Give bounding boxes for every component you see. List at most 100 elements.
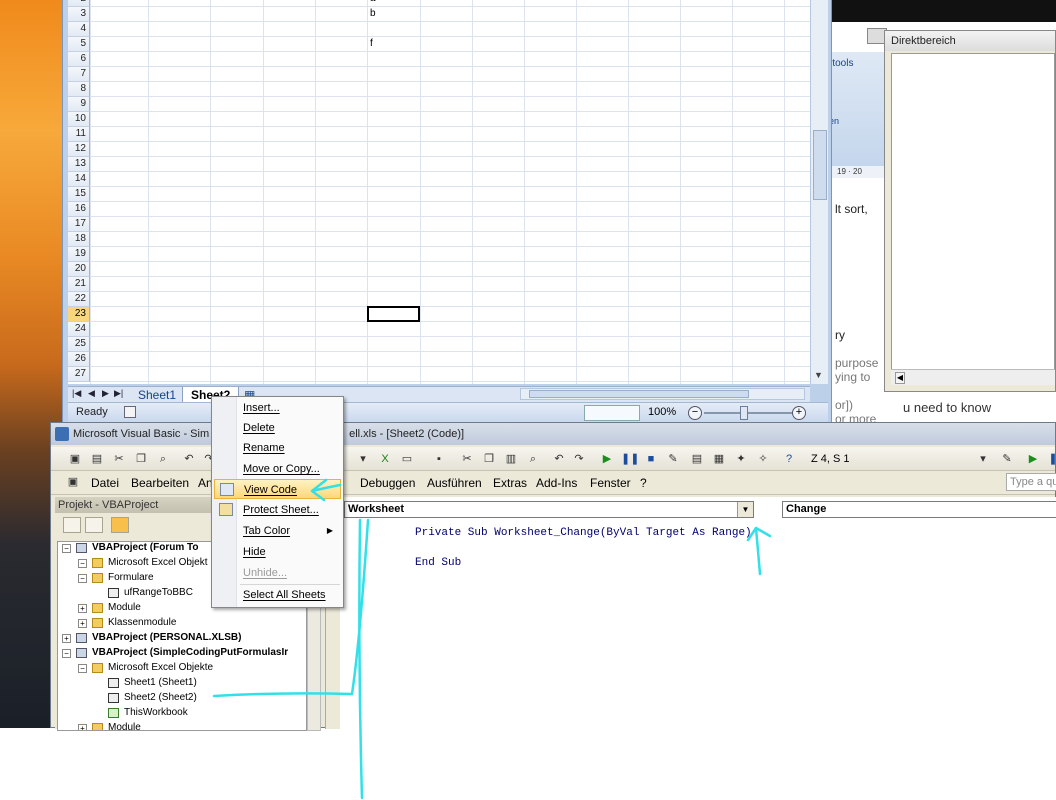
tree-node[interactable]: Klassenmodule — [108, 616, 176, 630]
row-header[interactable]: 9 — [68, 97, 90, 112]
vertical-scrollbar[interactable]: ▼ — [810, 0, 828, 384]
scroll-down-icon[interactable]: ▼ — [814, 370, 823, 380]
row-header[interactable]: 20 — [68, 262, 90, 277]
expand-toggle-icon[interactable]: + — [78, 724, 87, 730]
row-header[interactable]: 25 — [68, 337, 90, 352]
project-explorer-icon[interactable]: ▤ — [689, 451, 705, 467]
tree-node[interactable]: Module — [108, 721, 141, 730]
menu-debuggen[interactable]: Debuggen — [360, 476, 415, 490]
row-header[interactable]: 13 — [68, 157, 90, 172]
tree-node[interactable]: Formulare — [108, 571, 154, 585]
row-header[interactable]: 12 — [68, 142, 90, 157]
row-header[interactable]: 5 — [68, 37, 90, 52]
procedure-combo[interactable]: Change — [782, 501, 1056, 518]
prev-sheet-icon[interactable]: ◀ — [88, 388, 95, 399]
insert-userform-icon[interactable]: ▭ — [399, 451, 415, 467]
toggle-folders-icon[interactable] — [111, 517, 129, 533]
immediate-hscrollbar[interactable]: ◀ — [891, 369, 1055, 385]
undo-icon[interactable]: ↶ — [551, 451, 567, 467]
ribbon-tab-label[interactable]: rtools — [829, 58, 853, 69]
expand-toggle-icon[interactable]: − — [62, 649, 71, 658]
copy-icon[interactable]: ❐ — [133, 451, 149, 467]
worksheet-grid[interactable]: 2345678910111213141516171819202122232425… — [68, 0, 810, 384]
macro-record-icon[interactable] — [124, 406, 136, 418]
cell-value[interactable]: a — [370, 0, 376, 6]
menu-item[interactable]: Rename — [214, 438, 341, 458]
row-header[interactable]: 23 — [68, 307, 90, 322]
paste-icon[interactable]: ▥ — [503, 451, 519, 467]
design-mode-icon[interactable]: ✎ — [665, 451, 681, 467]
row-header[interactable]: 14 — [68, 172, 90, 187]
row-header[interactable]: 21 — [68, 277, 90, 292]
menu-item[interactable]: Unhide... — [214, 563, 341, 583]
menu-item[interactable]: Move or Copy... — [214, 459, 341, 479]
row-header[interactable]: 7 — [68, 67, 90, 82]
chevron-down-icon[interactable]: ▼ — [737, 502, 753, 517]
tree-node[interactable]: Microsoft Excel Objekte — [108, 661, 213, 675]
copy-icon[interactable]: ❐ — [481, 451, 497, 467]
cut-icon[interactable]: ✂ — [111, 451, 127, 467]
expand-toggle-icon[interactable]: + — [78, 604, 87, 613]
tree-node[interactable]: Sheet2 (Sheet2) — [124, 691, 197, 705]
immediate-window-pane[interactable] — [891, 53, 1055, 385]
menu-item[interactable]: Select All Sheets — [214, 585, 341, 605]
save-icon[interactable]: ▪ — [431, 451, 447, 467]
row-header[interactable]: 10 — [68, 112, 90, 127]
last-sheet-icon[interactable]: ▶| — [114, 388, 123, 399]
row-header[interactable]: 27 — [68, 367, 90, 382]
menu-item[interactable]: Hide — [214, 542, 341, 562]
run-icon[interactable]: ▶ — [1025, 451, 1041, 467]
row-header[interactable]: 6 — [68, 52, 90, 67]
find-icon[interactable]: ⌕ — [525, 451, 541, 467]
tree-node[interactable]: ThisWorkbook — [124, 706, 188, 720]
object-combo[interactable]: Worksheet ▼ — [344, 501, 754, 518]
break-icon[interactable]: ❚ — [1045, 451, 1056, 467]
row-header[interactable]: 4 — [68, 22, 90, 37]
selected-cell[interactable] — [367, 306, 420, 322]
row-header[interactable]: 11 — [68, 127, 90, 142]
zoom-slider-knob[interactable] — [740, 406, 748, 420]
menu-bearbeiten[interactable]: Bearbeiten — [131, 476, 189, 490]
object-browser-icon[interactable]: ✦ — [733, 451, 749, 467]
expand-toggle-icon[interactable]: − — [78, 559, 87, 568]
cell-value[interactable]: f — [370, 37, 373, 51]
find-icon[interactable]: ⌕ — [155, 451, 171, 467]
zoom-in-icon[interactable]: + — [792, 406, 806, 420]
zoom-level[interactable]: 100% — [648, 406, 676, 418]
cell-value[interactable]: b — [370, 7, 376, 21]
expand-toggle-icon[interactable]: − — [78, 664, 87, 673]
toolbar-dropdown-icon[interactable]: ▾ — [355, 451, 371, 467]
help-icon[interactable]: ? — [781, 451, 797, 467]
code-window[interactable]: Worksheet ▼ Change Private Sub Worksheet_… — [325, 497, 1056, 729]
zoom-out-icon[interactable]: − — [688, 406, 702, 420]
menu-item[interactable]: Tab Color ▶ — [214, 521, 341, 541]
row-header[interactable]: 22 — [68, 292, 90, 307]
next-sheet-icon[interactable]: ▶ — [102, 388, 109, 399]
code-line[interactable]: Private Sub Worksheet_Change(ByVal Targe… — [415, 527, 752, 539]
row-header[interactable]: 26 — [68, 352, 90, 367]
tree-node[interactable]: Module — [108, 601, 141, 615]
scroll-thumb[interactable] — [529, 390, 749, 398]
tree-node[interactable]: Sheet1 (Sheet1) — [124, 676, 197, 690]
expand-toggle-icon[interactable]: − — [78, 574, 87, 583]
run-icon[interactable]: ▶ — [599, 451, 615, 467]
menu-extras[interactable]: Extras — [493, 476, 527, 490]
redo-icon[interactable]: ↷ — [571, 451, 587, 467]
properties-icon[interactable]: ▦ — [711, 451, 727, 467]
first-sheet-icon[interactable]: |◀ — [72, 388, 81, 399]
expand-toggle-icon[interactable]: + — [78, 619, 87, 628]
code-line[interactable]: End Sub — [415, 557, 461, 569]
menu-item[interactable]: Insert... — [214, 398, 341, 418]
row-header[interactable]: 2 — [68, 0, 90, 7]
insert-icon[interactable]: ▤ — [89, 451, 105, 467]
menu-item[interactable]: View Code — [214, 479, 341, 499]
tree-node[interactable]: ufRangeToBBC — [124, 586, 193, 600]
row-header[interactable]: 15 — [68, 187, 90, 202]
cut-icon[interactable]: ✂ — [459, 451, 475, 467]
menu-fenster[interactable]: Fenster — [590, 476, 631, 490]
tree-node[interactable]: VBAProject (SimpleCodingPutFormulasIr — [92, 646, 288, 660]
vbe-window[interactable]: Microsoft Visual Basic - Sim ell.xls - [S… — [50, 422, 1056, 731]
menu-help[interactable]: ? — [640, 476, 647, 490]
menu-ausfuehren[interactable]: Ausführen — [427, 476, 482, 490]
design-mode-icon[interactable]: ✎ — [999, 451, 1015, 467]
